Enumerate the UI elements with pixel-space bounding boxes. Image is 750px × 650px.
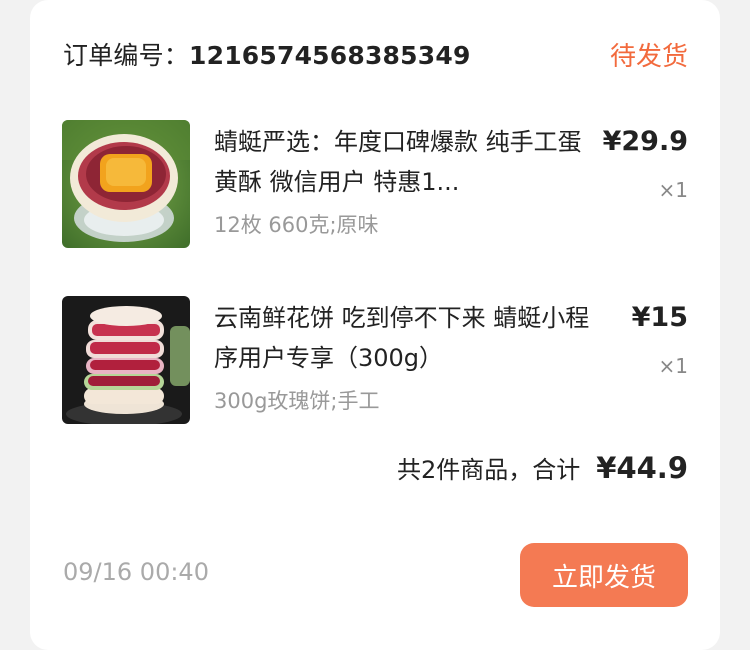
product-spec: 300g玫瑰饼;手工 <box>214 389 380 413</box>
order-summary: 共2件商品，合计 ¥44.9 <box>397 450 688 490</box>
order-header: 订单编号：1216574568385349 待发货 <box>63 36 688 72</box>
product-image-egg-yolk-pastry <box>62 120 190 248</box>
order-time: 09/16 00:40 <box>63 558 209 586</box>
summary-total: ¥44.9 <box>596 451 688 485</box>
item-info: 蜻蜓严选：年度口碑爆款 纯手工蛋黄酥 微信用户 特惠1... 12枚 660克;… <box>214 122 594 240</box>
order-item[interactable]: 蜻蜓严选：年度口碑爆款 纯手工蛋黄酥 微信用户 特惠1... 12枚 660克;… <box>62 120 688 250</box>
product-quantity: ×1 <box>658 178 688 202</box>
order-number-label: 订单编号： <box>63 41 190 70</box>
item-info: 云南鲜花饼 吃到停不下来 蜻蜓小程序用户专享（300g） 300g玫瑰饼;手工 <box>214 298 594 416</box>
order-status: 待发货 <box>609 41 688 72</box>
order-card[interactable]: 订单编号：1216574568385349 待发货 蜻蜓严选：年度口碑爆款 纯手… <box>30 0 720 650</box>
order-number: 订单编号：1216574568385349 <box>63 36 471 72</box>
product-price: ¥29.9 <box>602 126 688 157</box>
order-item[interactable]: 云南鲜花饼 吃到停不下来 蜻蜓小程序用户专享（300g） 300g玫瑰饼;手工 … <box>62 296 688 426</box>
product-title[interactable]: 云南鲜花饼 吃到停不下来 蜻蜓小程序用户专享（300g） <box>214 298 594 378</box>
product-spec: 12枚 660克;原味 <box>214 213 379 237</box>
product-image-flower-cake <box>62 296 190 424</box>
order-number-value: 1216574568385349 <box>189 41 471 70</box>
product-title[interactable]: 蜻蜓严选：年度口碑爆款 纯手工蛋黄酥 微信用户 特惠1... <box>214 122 594 202</box>
ship-now-button[interactable]: 立即发货 <box>520 543 688 607</box>
summary-label: 共2件商品，合计 <box>396 456 581 484</box>
product-quantity: ×1 <box>658 354 688 378</box>
product-price: ¥15 <box>631 302 688 333</box>
